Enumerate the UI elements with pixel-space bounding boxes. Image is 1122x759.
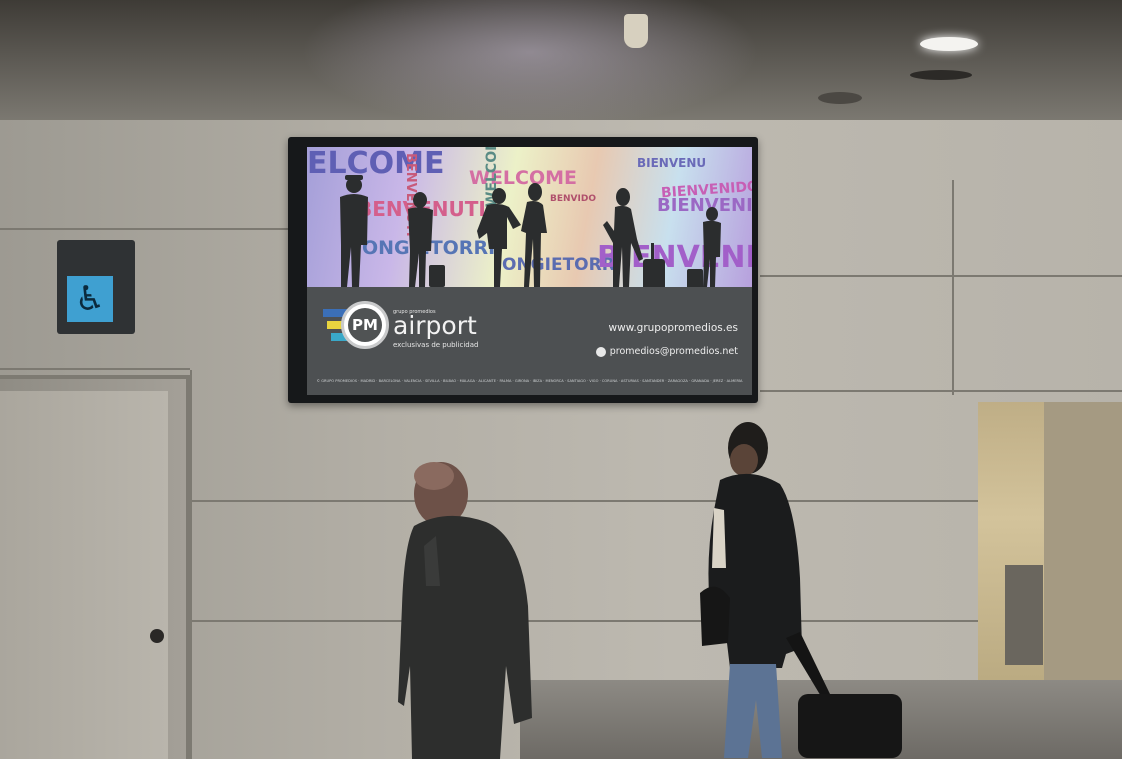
man-with-suitcase <box>700 422 902 758</box>
ceiling-spot <box>818 92 862 104</box>
ceiling-light <box>920 37 978 51</box>
billboard-email: promedios@promedios.net <box>609 346 738 357</box>
logo-mark-text: PM <box>348 308 382 342</box>
welcome-collage: ELCOME WELCOME BIENVENIDO BENVENUTI ONGI… <box>307 147 752 295</box>
silhouette-man-hat <box>340 175 368 287</box>
logo-tagline: exclusivas de publicidad <box>393 341 479 349</box>
silhouette-woman-suitcase <box>603 188 665 293</box>
billboard-screen: ELCOME WELCOME BIENVENIDO BENVENUTI ONGI… <box>307 147 752 395</box>
door-knob <box>150 629 164 643</box>
silhouette-child <box>687 207 721 291</box>
email-icon <box>595 346 606 357</box>
sprinkler-head <box>624 14 648 48</box>
wall-seam <box>760 390 1122 392</box>
door-panel <box>0 391 168 759</box>
silhouette-woman <box>521 183 547 287</box>
advertising-billboard: ELCOME WELCOME BIENVENIDO BENVENUTI ONGI… <box>288 137 758 403</box>
airport-logo: PM grupo promedios airport exclusivas de… <box>323 299 483 369</box>
service-door <box>0 375 192 759</box>
opening-side-wall <box>1044 402 1122 692</box>
billboard-email-row: promedios@promedios.net <box>595 346 738 357</box>
airport-scene: ♿ ELCOME WELCOME BIENVENIDO BENVENUTI ON… <box>0 0 1122 759</box>
wheelchair-accessibility-icon: ♿ <box>67 276 113 322</box>
logo-name: airport <box>393 311 477 340</box>
wall-seam <box>760 275 1122 277</box>
wall-seam <box>952 180 954 395</box>
ceiling-vent <box>910 70 972 80</box>
silhouette-man-reading <box>477 188 521 287</box>
bald-man-walking <box>398 462 532 759</box>
billboard-website: www.grupopromedios.es <box>608 322 738 334</box>
billboard-footer: © GRUPO PROMEDIOS · MADRID · BARCELONA ·… <box>316 379 743 383</box>
ceiling-reflection <box>300 0 760 130</box>
logo-mark: PM <box>341 301 389 349</box>
wall-seam <box>0 228 300 230</box>
traveler-silhouettes <box>307 175 752 295</box>
silhouette-boy <box>408 192 445 287</box>
accessibility-sign: ♿ <box>57 240 135 334</box>
trash-bin <box>1005 565 1043 665</box>
wall-seam <box>0 368 190 370</box>
